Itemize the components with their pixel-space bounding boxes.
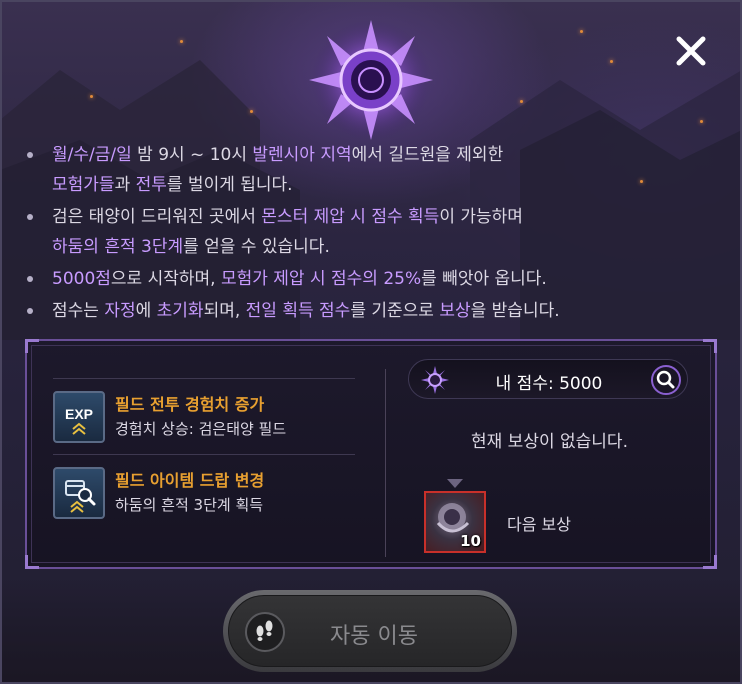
info-line: 월/수/금/일 밤 9시 ~ 10시 발렌시아 지역에서 길드원을 제외한 <box>22 140 722 170</box>
highlight-text: 전투 <box>135 175 167 195</box>
ember-particle <box>580 30 583 33</box>
highlight-text: 발렌시아 지역 <box>252 145 352 165</box>
buff-description: 경험치 상승: 검은태양 필드 <box>115 420 287 438</box>
info-text: 에서 길드원을 제외한 <box>351 145 504 165</box>
info-text: 을 받습니다. <box>470 301 560 321</box>
buff-item-drop: 필드 아이템 드랍 변경 하둠의 흔적 3단계 획득 <box>53 461 363 521</box>
info-text: 점수는 <box>52 301 105 321</box>
info-line: 검은 태양이 드리워진 곳에서 몬스터 제압 시 점수 획득이 가능하며 <box>22 202 722 232</box>
bullet-icon <box>27 214 33 220</box>
panel-corner <box>703 555 717 569</box>
arrow-down-icon <box>447 479 463 488</box>
buff-description: 하둠의 흔적 3단계 획득 <box>115 496 264 514</box>
auto-move-button[interactable]: 자동 이동 <box>223 590 517 672</box>
info-text: 에 <box>135 301 157 321</box>
footsteps-icon <box>245 612 285 652</box>
black-sun-emblem-icon <box>309 20 433 140</box>
info-text: 를 얻을 수 있습니다. <box>183 237 330 257</box>
ember-particle <box>520 100 523 103</box>
highlight-text: 모험가들 <box>52 175 115 195</box>
highlight-text: 자정 <box>104 301 136 321</box>
ember-particle <box>90 95 93 98</box>
info-line: 모험가들과 전투를 벌이게 됩니다. <box>22 170 722 200</box>
my-score-bar: 내 점수: 5000 <box>408 359 688 399</box>
info-text: 이 가능하며 <box>439 207 523 227</box>
next-reward-label: 다음 보상 <box>507 515 571 534</box>
search-icon <box>656 370 675 389</box>
auto-move-button-inner: 자동 이동 <box>228 595 512 667</box>
highlight-text: 하둠의 흔적 3단계 <box>52 237 184 257</box>
highlight-text: 모험가 제압 시 점수의 25% <box>220 269 422 289</box>
info-text: 검은 태양이 드리워진 곳에서 <box>52 207 262 227</box>
highlight-text: 보상 <box>439 301 471 321</box>
ember-particle <box>700 120 703 123</box>
score-search-button[interactable] <box>651 365 681 395</box>
sun-icon <box>421 366 449 394</box>
my-score-text: 내 점수: 5000 <box>495 374 603 394</box>
highlight-text: 5000점 <box>52 269 111 289</box>
info-text: 되며, <box>203 301 246 321</box>
buff-title: 필드 아이템 드랍 변경 <box>115 471 265 490</box>
buff-title: 필드 전투 경험치 증가 <box>115 395 265 414</box>
highlight-text: 초기화 <box>156 301 204 321</box>
panel-corner <box>25 339 39 353</box>
highlight-text: 월/수/금/일 <box>52 145 132 165</box>
event-info-list: 월/수/금/일 밤 9시 ~ 10시 발렌시아 지역에서 길드원을 제외한 모험가… <box>22 140 722 328</box>
ember-particle <box>610 60 613 63</box>
exp-icon: EXP <box>53 391 105 443</box>
buff-exp: EXP 필드 전투 경험치 증가 경험치 상승: 검은태양 필드 <box>53 385 363 445</box>
info-text: 과 <box>114 175 136 195</box>
highlight-text: 몬스터 제압 시 점수 획득 <box>261 207 440 227</box>
bullet-icon <box>27 152 33 158</box>
panel-corner <box>703 339 717 353</box>
divider <box>53 454 355 455</box>
svg-text:EXP: EXP <box>65 406 93 422</box>
bullet-icon <box>27 308 33 314</box>
ember-particle <box>250 110 253 113</box>
info-text: 를 벌이게 됩니다. <box>166 175 293 195</box>
bullet-icon <box>27 276 33 282</box>
black-sun-event-window: 월/수/금/일 밤 9시 ~ 10시 발렌시아 지역에서 길드원을 제외한 모험가… <box>0 0 742 684</box>
info-text: 으로 시작하며, <box>110 269 221 289</box>
info-text: 를 빼앗아 옵니다. <box>421 269 547 289</box>
divider <box>53 378 355 379</box>
close-icon[interactable] <box>671 31 711 71</box>
info-text: 를 기준으로 <box>350 301 440 321</box>
current-reward-text: 현재 보상이 없습니다. <box>471 432 628 452</box>
panel-corner <box>25 555 39 569</box>
info-text: 밤 9시 ~ 10시 <box>131 145 253 165</box>
info-line: 5000점으로 시작하며, 모험가 제압 시 점수의 25%를 빼앗아 옵니다. <box>22 264 722 294</box>
reward-panel: EXP 필드 전투 경험치 증가 경험치 상승: 검은태양 필드 필드 아이템 … <box>25 339 717 569</box>
divider <box>385 369 386 557</box>
info-line: 점수는 자정에 초기화되며, 전일 획득 점수를 기준으로 보상을 받습니다. <box>22 296 722 326</box>
highlight-text: 전일 획득 점수 <box>245 301 351 321</box>
auto-move-label: 자동 이동 <box>330 624 418 649</box>
item-drop-icon <box>53 467 105 519</box>
ember-particle <box>180 40 183 43</box>
info-line: 하둠의 흔적 3단계를 얻을 수 있습니다. <box>22 232 722 262</box>
reward-count: 10 <box>460 532 481 550</box>
next-reward-item[interactable]: 10 <box>424 491 486 553</box>
